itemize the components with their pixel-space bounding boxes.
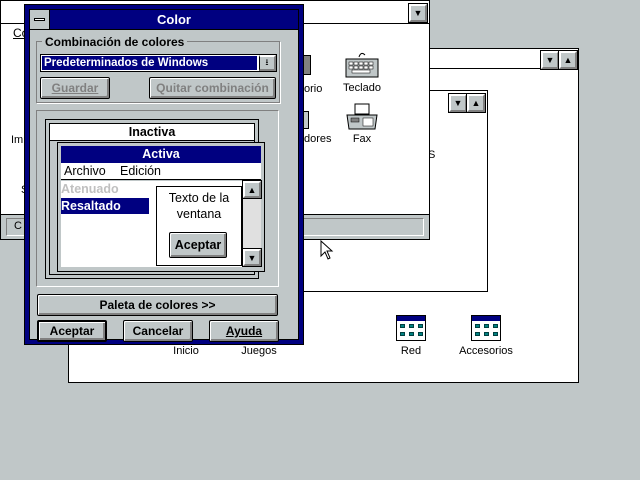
ok-button[interactable]: Aceptar xyxy=(37,320,107,342)
save-scheme-button[interactable]: Guardar xyxy=(40,77,110,99)
preview-menu-edicion: Edición xyxy=(120,164,161,178)
preview-active-title: Activa xyxy=(61,146,261,163)
cancel-button[interactable]: Cancelar xyxy=(123,320,193,342)
control-panel-icon-fragment xyxy=(303,55,311,75)
preview-menu-archivo: Archivo xyxy=(64,164,106,178)
dropdown-arrow-icon[interactable]: ⭳ xyxy=(259,55,276,71)
keyboard-label[interactable]: Teclado xyxy=(337,82,387,94)
preview-menubar: Archivo Edición xyxy=(61,163,261,180)
scroll-down-icon: ▼ xyxy=(243,249,261,266)
preview-inactive-title: Inactiva xyxy=(50,124,254,141)
color-dialog-body: Color Combinación de colores Predetermin… xyxy=(29,9,299,342)
maximize-button[interactable]: ▲ xyxy=(467,94,485,112)
preview-window-text: Texto de la ventana xyxy=(168,191,230,221)
preview-scrollbar: ▲ ▼ xyxy=(242,181,261,267)
group-icon-red[interactable] xyxy=(396,315,426,341)
dialog-title: Color xyxy=(50,10,298,30)
group-label-inicio[interactable]: Inicio xyxy=(161,345,211,357)
preview-client: Atenuado Resaltado Texto de la ventana A… xyxy=(61,181,261,267)
scheme-select-value: Predeterminados de Windows xyxy=(42,56,257,70)
preview-ok-button: Aceptar xyxy=(169,232,227,258)
minimize-button[interactable]: ▼ xyxy=(541,51,559,69)
scroll-up-icon: ▲ xyxy=(243,181,261,198)
minimize-button[interactable]: ▼ xyxy=(409,4,427,22)
group-icon-accesorios[interactable] xyxy=(471,315,501,341)
preview-disabled-item: Atenuado xyxy=(61,182,119,196)
remove-scheme-button[interactable]: Quitar combinación xyxy=(149,77,276,99)
minimize-button[interactable]: ▼ xyxy=(449,94,467,112)
keyboard-icon[interactable] xyxy=(345,51,379,79)
scheme-group-label: Combinación de colores xyxy=(42,35,188,49)
mouse-pointer-icon xyxy=(320,239,334,260)
preview-active-window: Activa Archivo Edición Atenuado Resaltad… xyxy=(57,142,265,272)
group-label-juegos[interactable]: Juegos xyxy=(234,345,284,357)
control-panel-label-orio: orio xyxy=(304,83,323,95)
control-panel-status-text: C xyxy=(14,220,22,232)
preview-area[interactable]: Inactiva Activa Archivo Edición Atenuado… xyxy=(36,110,279,287)
group-label-red[interactable]: Red xyxy=(381,345,441,357)
scheme-select[interactable]: Predeterminados de Windows ⭳ xyxy=(40,54,277,72)
maximize-button[interactable]: ▲ xyxy=(559,51,577,69)
group-label-accesorios[interactable]: Accesorios xyxy=(451,345,521,357)
fax-icon[interactable] xyxy=(345,103,379,131)
preview-highlighted-item: Resaltado xyxy=(61,198,149,214)
color-dialog[interactable]: Color Combinación de colores Predetermin… xyxy=(24,4,304,345)
fax-label[interactable]: Fax xyxy=(337,133,387,145)
system-menu-button[interactable] xyxy=(30,10,50,30)
preview-message-box: Texto de la ventana Aceptar xyxy=(156,186,242,266)
help-button[interactable]: Ayuda xyxy=(209,320,279,342)
palette-button[interactable]: Paleta de colores >> xyxy=(37,294,278,316)
control-panel-label-dores: dores xyxy=(304,133,332,145)
